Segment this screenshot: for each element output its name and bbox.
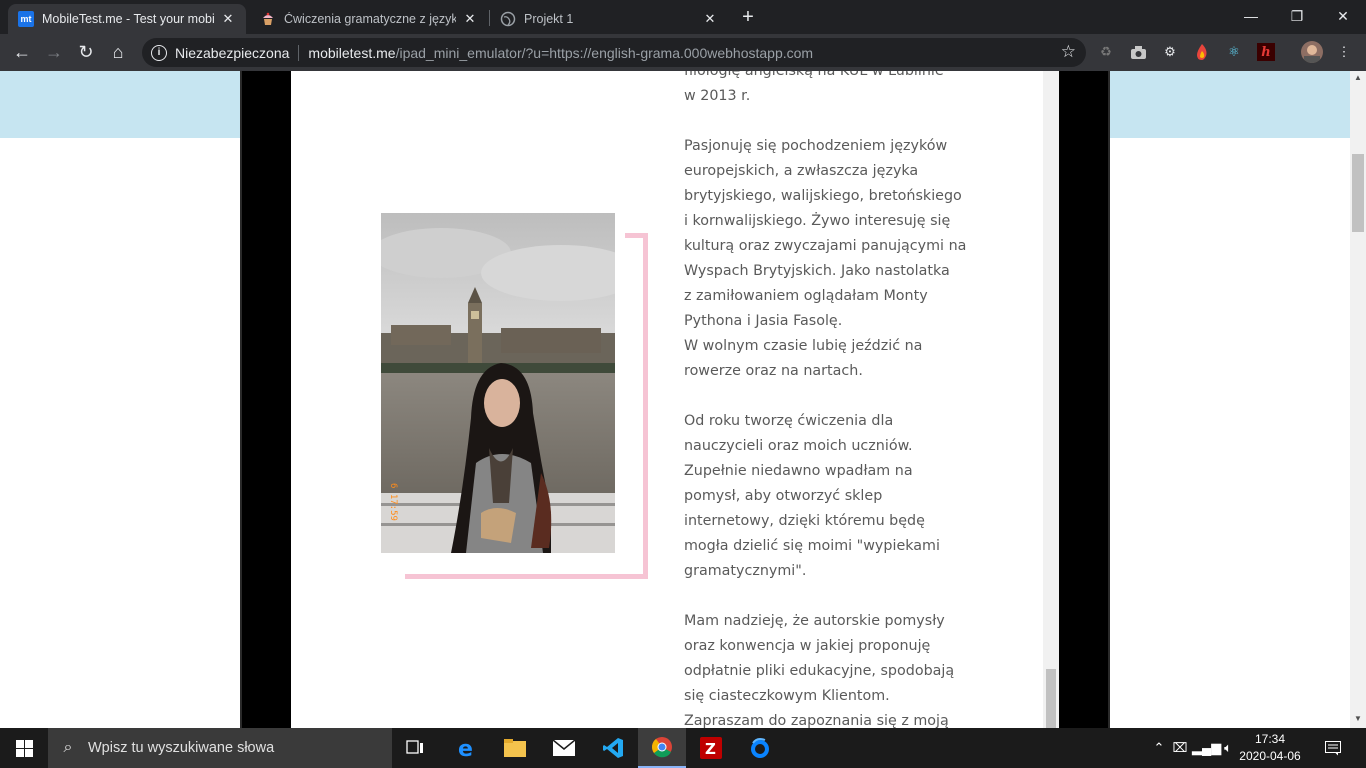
firefox-developer-icon[interactable] xyxy=(736,728,784,768)
mobiletest-favicon-icon: mt xyxy=(18,11,34,27)
bio-line: Zapraszam do zapoznania się z moją xyxy=(684,713,949,728)
page-scrollbar[interactable]: ▲ ▼ xyxy=(1350,71,1366,728)
cupcake-icon xyxy=(260,11,276,27)
close-icon[interactable]: ✕ xyxy=(462,11,478,27)
bio-line: z zamiłowaniem oglądałam Monty xyxy=(684,288,928,304)
author-bio: filologię angielską na KUL w Lublinie w … xyxy=(684,71,974,728)
svg-text:e: e xyxy=(458,737,473,759)
bio-line: Mam nadzieję, że autorskie pomysły xyxy=(684,613,945,629)
tab-title: Projekt 1 xyxy=(524,12,574,26)
signal-bars-icon[interactable]: ▂▄▆ xyxy=(1192,740,1221,756)
action-center-icon[interactable] xyxy=(1322,728,1344,768)
forward-arrow-icon[interactable]: → xyxy=(42,40,66,64)
windows-taskbar: ⌕ Wpisz tu wyszukiwane słowa e Z ⌃ ⌧ ▂▄▆… xyxy=(0,728,1366,768)
bio-line: kulturą oraz zwyczajami panującymi na xyxy=(684,238,967,254)
bio-line: brytyjskiego, walijskiego, bretońskiego xyxy=(684,188,962,204)
tab-title: Ćwiczenia gramatyczne z języka a xyxy=(284,12,456,26)
svg-text:Z: Z xyxy=(705,740,716,758)
bio-line: mogła dzielić się moimi "wypiekami xyxy=(684,538,940,554)
clock-date: 2020-04-06 xyxy=(1239,749,1301,763)
emulated-page: 6 17:59 filologię angielską na KUL w Lub… xyxy=(291,71,1059,728)
gear-icon[interactable]: ⚙ xyxy=(1161,43,1179,61)
home-icon[interactable]: ⌂ xyxy=(106,40,130,64)
extension-h-icon[interactable]: h xyxy=(1257,43,1275,61)
url-path: /ipad_mini_emulator/?u=https://english-g… xyxy=(395,44,814,61)
minimize-icon[interactable]: — xyxy=(1228,0,1274,32)
profile-avatar[interactable] xyxy=(1301,41,1323,63)
page-viewport: 6 17:59 filologię angielską na KUL w Lub… xyxy=(0,71,1350,728)
taskbar-clock[interactable]: 17:34 2020-04-06 xyxy=(1236,731,1304,765)
tab-cwiczenia[interactable]: Ćwiczenia gramatyczne z języka a ✕ xyxy=(250,4,488,34)
bio-line: filologię angielską na KUL w Lublinie xyxy=(684,71,944,79)
file-explorer-icon[interactable] xyxy=(491,728,539,768)
bio-line: Zupełnie niedawno wpadłam na xyxy=(684,463,913,479)
taskbar-search-box[interactable]: ⌕ Wpisz tu wyszukiwane słowa xyxy=(48,728,392,768)
emulator-scrollbar-thumb[interactable] xyxy=(1046,669,1056,728)
tray-chevron-up-icon[interactable]: ⌃ xyxy=(1150,740,1168,756)
back-arrow-icon[interactable]: ← xyxy=(10,40,34,64)
url-host: mobiletest.me xyxy=(308,44,396,61)
reload-icon[interactable]: ↻ xyxy=(74,40,98,64)
scroll-up-arrow-icon[interactable]: ▲ xyxy=(1350,73,1366,82)
bio-paragraph-2: Pasjonuję się pochodzeniem języków europ… xyxy=(684,134,974,384)
camera-icon[interactable] xyxy=(1129,43,1147,61)
search-placeholder: Wpisz tu wyszukiwane słowa xyxy=(88,740,275,756)
bio-line: W wolnym czasie lubię jeździć na xyxy=(684,338,923,354)
scroll-down-arrow-icon[interactable]: ▼ xyxy=(1350,714,1366,723)
extension-fire-icon[interactable] xyxy=(1193,43,1211,61)
bio-line: Pasjonuję się pochodzeniem języków xyxy=(684,138,948,154)
menu-dots-icon[interactable]: ⋮ xyxy=(1335,43,1353,61)
task-view-icon[interactable] xyxy=(392,728,440,768)
bio-line: w 2013 r. xyxy=(684,88,751,104)
vscode-icon[interactable] xyxy=(589,728,637,768)
bio-line: pomysł, aby otworzyć sklep xyxy=(684,488,883,504)
tab-projekt[interactable]: Projekt 1 ✕ xyxy=(490,4,728,34)
bio-line: rowerze oraz na nartach. xyxy=(684,363,863,379)
windows-start-icon[interactable] xyxy=(0,728,48,768)
page-scrollbar-thumb[interactable] xyxy=(1352,154,1364,232)
security-label: Niezabezpieczona xyxy=(175,44,290,61)
browser-titlebar: mt MobileTest.me - Test your mobile ✕ Ćw… xyxy=(0,0,1366,34)
bio-line: Pythona i Jasia Fasolę. xyxy=(684,313,843,329)
bio-line: Wyspach Brytyjskich. Jako nastolatka xyxy=(684,263,950,279)
author-photo: 6 17:59 xyxy=(381,213,615,553)
close-icon[interactable]: ✕ xyxy=(702,11,718,27)
edge-browser-icon[interactable]: e xyxy=(443,728,491,768)
bio-paragraph-3: Od roku tworzę ćwiczenia dla nauczycieli… xyxy=(684,409,974,584)
bio-line: Od roku tworzę ćwiczenia dla xyxy=(684,413,894,429)
window-close-icon[interactable]: ✕ xyxy=(1320,0,1366,32)
react-devtools-icon[interactable]: ⚛ xyxy=(1225,43,1243,61)
extension-recycle-icon[interactable]: ♻ xyxy=(1097,43,1115,61)
globe-icon xyxy=(500,11,516,27)
network-plug-icon[interactable]: ⌧ xyxy=(1168,740,1192,756)
search-icon: ⌕ xyxy=(63,739,73,756)
bookmark-star-icon[interactable]: ☆ xyxy=(1061,42,1076,62)
filezilla-icon[interactable]: Z xyxy=(687,728,735,768)
bio-line: się ciasteczkowym Klientom. xyxy=(684,688,890,704)
info-icon[interactable]: i xyxy=(151,44,167,61)
mail-icon[interactable] xyxy=(540,728,588,768)
system-tray: ⌃ ⌧ ▂▄▆ 🔈︎ xyxy=(1150,728,1240,768)
chrome-icon[interactable] xyxy=(638,728,686,768)
photo-date-stamp: 6 17:59 xyxy=(388,483,398,521)
bio-paragraph-4: Mam nadzieję, że autorskie pomysły oraz … xyxy=(684,609,974,728)
bio-line: oraz konwencja w jakiej proponuję xyxy=(684,638,931,654)
restore-icon[interactable]: ❐ xyxy=(1274,0,1320,32)
bio-line: gramatycznymi". xyxy=(684,563,807,579)
omnibox-divider xyxy=(298,44,300,61)
new-tab-plus-icon[interactable]: + xyxy=(737,6,759,28)
bio-line: internetowy, dzięki któremu będę xyxy=(684,513,925,529)
address-bar[interactable]: i Niezabezpieczona mobiletest.me /ipad_m… xyxy=(142,38,1086,67)
bio-paragraph-1: filologię angielską na KUL w Lublinie w … xyxy=(684,71,974,109)
bio-line: europejskich, a zwłaszcza języka xyxy=(684,163,919,179)
bio-line: nauczycieli oraz moich uczniów. xyxy=(684,438,913,454)
emulator-scrollbar[interactable] xyxy=(1043,71,1059,728)
clock-time: 17:34 xyxy=(1254,732,1286,746)
tab-mobiletest[interactable]: mt MobileTest.me - Test your mobile ✕ xyxy=(8,4,246,34)
close-icon[interactable]: ✕ xyxy=(220,11,236,27)
tab-title: MobileTest.me - Test your mobile xyxy=(42,12,214,26)
bio-line: odpłatnie pliki edukacyjne, spodobają xyxy=(684,663,955,679)
bio-line: i kornwalijskiego. Żywo interesuję się xyxy=(684,213,951,229)
